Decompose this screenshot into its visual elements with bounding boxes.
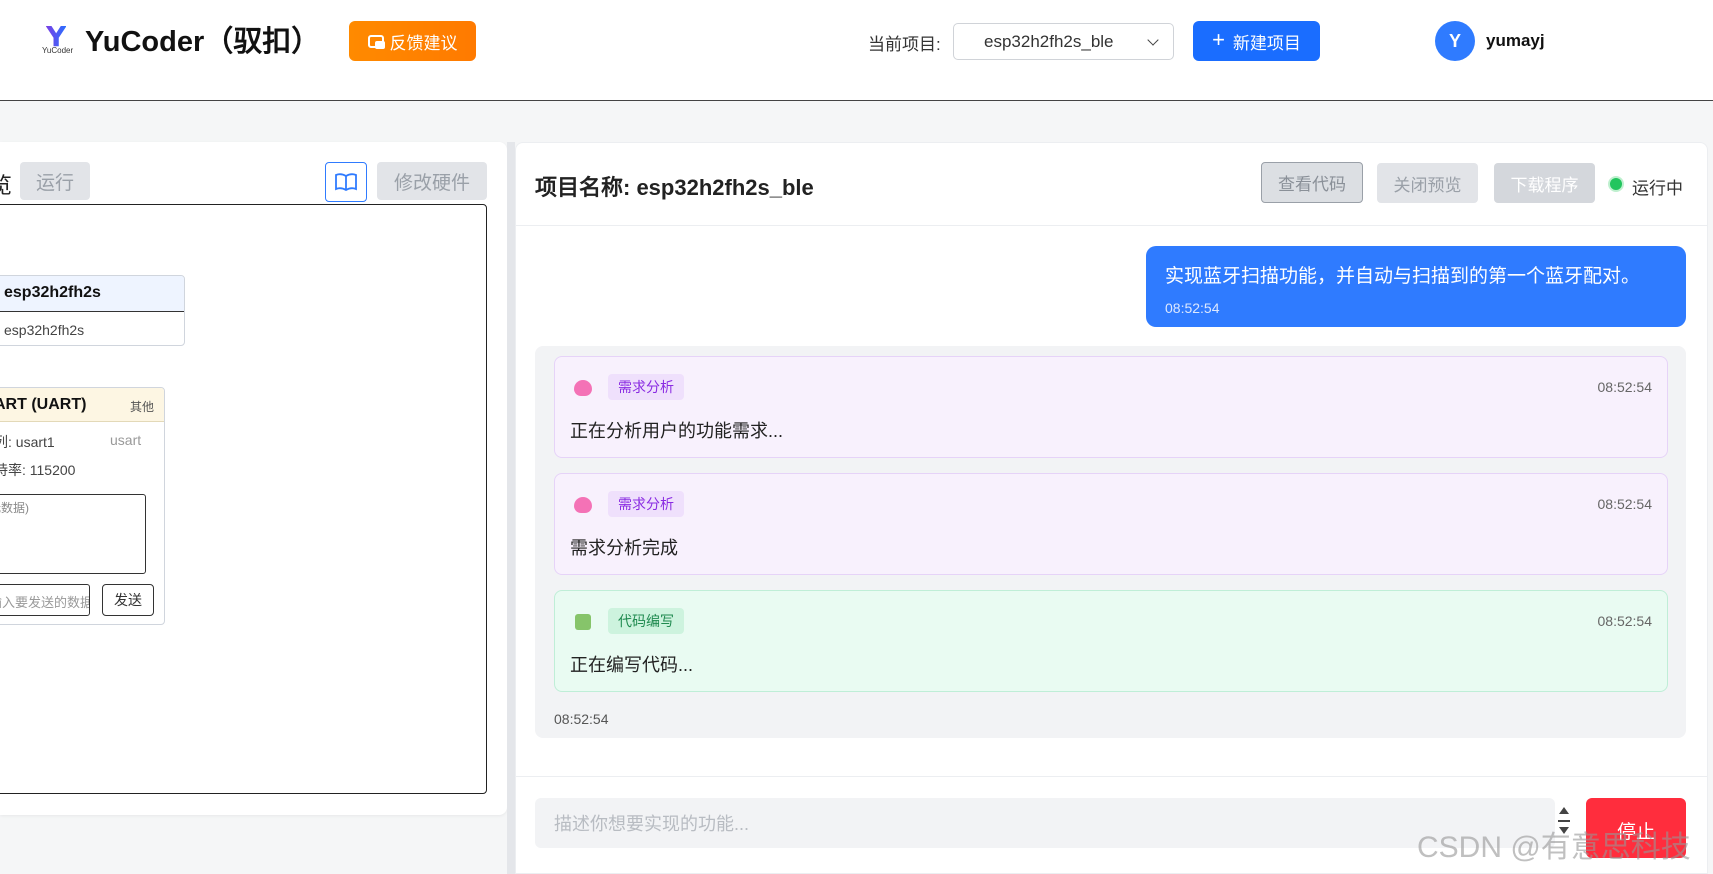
avatar[interactable]: Y (1435, 21, 1475, 61)
uart-instance-row: 列: usart1 (0, 432, 55, 452)
hardware-preview-panel: 览 运行 修改硬件 esp32h2fh2s esp32h2fh2s ART (U… (0, 142, 507, 815)
chevron-down-icon (1147, 34, 1159, 46)
feedback-label: 反馈建议 (389, 33, 458, 53)
app-header: Y YuCoder YuCoder（驭扣） 反馈建议 当前项目: esp32h2… (0, 0, 1713, 101)
step-badge: 需求分析 (608, 491, 684, 517)
plus-icon: + (1212, 27, 1225, 52)
feedback-button[interactable]: 反馈建议 (349, 21, 476, 61)
uart-node-title: ART (UART) (0, 396, 87, 413)
current-project-label: 当前项目: (868, 35, 941, 54)
step-time: 08:52:54 (1597, 379, 1653, 395)
uart-node-header: ART (UART) 其他 (0, 388, 164, 422)
ai-step-card: 代码编写 08:52:54 正在编写代码... (554, 590, 1668, 692)
divider (516, 776, 1707, 777)
step-badge: 代码编写 (608, 608, 684, 634)
brain-icon (572, 494, 594, 516)
step-time: 08:52:54 (1597, 613, 1653, 629)
step-time: 08:52:54 (1597, 496, 1653, 512)
username[interactable]: yumayj (1486, 31, 1545, 51)
prompt-input[interactable]: 描述你想要实现的功能... (535, 798, 1555, 848)
edit-hardware-button[interactable]: 修改硬件 (377, 162, 487, 200)
ai-response-group: 需求分析 08:52:54 正在分析用户的功能需求... 需求分析 08:52:… (535, 346, 1686, 738)
user-message: 实现蓝牙扫描功能，并自动与扫描到的第一个蓝牙配对。 08:52:54 (1146, 246, 1686, 327)
ai-step-card: 需求分析 08:52:54 正在分析用户的功能需求... (554, 356, 1668, 458)
chat-panel: 项目名称: esp32h2fh2s_ble 查看代码 关闭预览 下载程序 运行中… (515, 142, 1708, 874)
project-name-title: 项目名称: esp32h2fh2s_ble (535, 175, 814, 200)
user-message-text: 实现蓝牙扫描功能，并自动与扫描到的第一个蓝牙配对。 (1165, 266, 1641, 287)
uart-instance-label: 列: usart1 (0, 434, 55, 450)
download-program-button[interactable]: 下载程序 (1494, 163, 1595, 203)
divider (516, 225, 1707, 226)
run-button[interactable]: 运行 (20, 162, 90, 200)
docs-button[interactable] (325, 162, 367, 202)
step-text: 需求分析完成 (570, 538, 678, 558)
hardware-canvas[interactable]: esp32h2fh2s esp32h2fh2s ART (UART) 其他 列:… (0, 204, 487, 794)
puzzle-icon (572, 611, 594, 633)
project-select[interactable]: esp32h2fh2s_ble (953, 23, 1174, 60)
step-text: 正在编写代码... (570, 655, 694, 675)
ai-step-card: 需求分析 08:52:54 需求分析完成 (554, 473, 1668, 575)
project-select-value: esp32h2fh2s_ble (984, 32, 1114, 51)
status-indicator-icon (1608, 176, 1624, 192)
status-text: 运行中 (1632, 179, 1683, 198)
yucoder-logo: Y YuCoder (42, 20, 74, 55)
view-code-button[interactable]: 查看代码 (1261, 162, 1363, 203)
board-node-subtitle: esp32h2fh2s (4, 322, 85, 338)
step-text: 正在分析用户的功能需求... (570, 421, 784, 441)
user-message-time: 08:52:54 (1165, 300, 1220, 316)
group-time: 08:52:54 (554, 711, 609, 727)
uart-baud-label: 持率: 115200 (0, 462, 76, 478)
board-node[interactable]: esp32h2fh2s esp32h2fh2s (0, 275, 185, 346)
new-project-label: 新建项目 (1232, 33, 1301, 53)
close-preview-button[interactable]: 关闭预览 (1377, 163, 1478, 203)
brain-icon (572, 377, 594, 399)
chat-icon (367, 34, 385, 49)
panel-resize-handle[interactable] (507, 142, 515, 874)
new-project-button[interactable]: + 新建项目 (1193, 21, 1320, 61)
board-node-title: esp32h2fh2s (0, 276, 184, 312)
uart-node[interactable]: ART (UART) 其他 列: usart1 usart 持率: 115200… (0, 387, 165, 625)
uart-receive-area[interactable]: 无数据) (0, 494, 146, 574)
app-title: YuCoder（驭扣） (85, 26, 321, 58)
uart-node-tag: 其他 (129, 400, 154, 414)
book-icon (335, 173, 357, 191)
uart-send-input[interactable]: 输入要发送的数据 (0, 584, 90, 616)
preview-tab-label[interactable]: 览 (0, 168, 12, 200)
uart-instance-type: usart (110, 432, 142, 448)
uart-send-button[interactable]: 发送 (102, 584, 154, 616)
watermark: CSDN @有意思科技 (1417, 831, 1691, 864)
step-badge: 需求分析 (608, 374, 684, 400)
